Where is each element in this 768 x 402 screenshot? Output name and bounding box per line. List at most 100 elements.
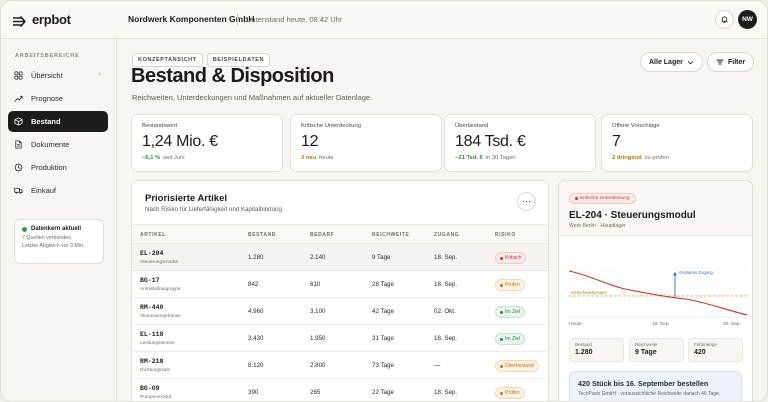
cell-bestand: 1.280 — [248, 254, 264, 261]
article-name: Pumpenmodul — [140, 395, 171, 400]
article-id: EL-204 — [140, 250, 164, 257]
cell-zugang: — — [434, 362, 441, 369]
table-row[interactable]: BG-17 Antriebsbaugruppe 842 610 28 Tage … — [132, 271, 548, 298]
kpi-label: Kritische Unterdeckung — [301, 123, 361, 129]
chevron-left-icon[interactable]: ‹ — [99, 71, 101, 78]
cell-reichweite: 73 Tage — [372, 362, 394, 369]
cell-zugang: 18. Sep. — [434, 335, 458, 342]
sidebar-item-label: Dokumente — [31, 140, 70, 149]
cell-reichweite: 28 Tage — [372, 281, 394, 288]
status-badge: Kritische Unterdeckung — [569, 193, 636, 204]
data-status-title: Datenkern aktuell — [31, 226, 82, 232]
company-name[interactable]: Nordwerk Komponenten GmbH — [128, 14, 255, 24]
order-recommendation[interactable]: 420 Stück bis 16. September bestellen Te… — [569, 371, 742, 401]
table-row[interactable]: RM-218 Dichtungssatz 8.120 2.800 73 Tage… — [132, 352, 548, 379]
article-id: BG-17 — [140, 277, 160, 284]
kpi-delta: 3 neu — [301, 155, 317, 161]
detail-title: EL-204 · Steuerungsmodul — [569, 210, 696, 221]
status-badge: Prüfen — [495, 387, 525, 399]
sidebar-item-label: Produktion — [31, 163, 67, 172]
status-dot-icon — [22, 226, 27, 232]
divider — [237, 13, 238, 26]
kpi-note: heute — [319, 155, 334, 161]
arrow-head-icon — [672, 272, 678, 276]
cell-zugang: 02. Okt. — [434, 308, 456, 315]
article-name: Antriebsbaugruppe — [140, 287, 181, 292]
column-header[interactable]: REICHWEITE — [372, 232, 409, 238]
sidebar-item-produktion[interactable]: Produktion — [8, 157, 108, 178]
box-icon — [14, 117, 23, 126]
page-subtitle: Reichweiten, Unterdeckungen und Maßnahme… — [132, 93, 373, 102]
status-badge: Im Ziel — [495, 306, 525, 318]
table-row[interactable]: EL-204 Steuerungsmodul 1.280 2.140 9 Tag… — [132, 244, 548, 271]
warehouse-select[interactable]: Alle Lager — [640, 52, 703, 72]
table-row[interactable]: EL-118 Leistungssensor 2.430 1.950 31 Ta… — [132, 325, 548, 352]
article-id: RM-218 — [140, 358, 164, 365]
kpi-card-critical[interactable]: Kritische Unterdeckung 12 3 neu heute — [290, 114, 442, 172]
status-badge: Kritisch — [495, 252, 527, 264]
kpi-delta: −21 Tsd. € — [455, 155, 483, 161]
logo[interactable]: erpbot — [12, 12, 71, 27]
status-badge: Prüfen — [495, 279, 525, 291]
sidebar-section-label: ARBEITSBEREICHE — [15, 53, 80, 59]
data-status-card: Datenkern aktuell 7 Quellen verbunden Le… — [14, 219, 104, 264]
sidebar-item-label: Prognose — [31, 94, 64, 103]
article-id: RM-440 — [140, 304, 164, 311]
cell-zugang: 18. Sep. — [434, 254, 458, 261]
logo-icon — [12, 14, 27, 27]
table-row[interactable]: RM-440 Aluminiumgehäuse 4.960 3.100 42 T… — [132, 298, 548, 325]
cell-reichweite: 9 Tage — [372, 254, 391, 261]
notifications-button[interactable] — [715, 10, 734, 29]
warehouse-select-label: Alle Lager — [649, 58, 683, 66]
detail-subtitle: Werk Berlin · Hauptlager — [569, 223, 626, 229]
kpi-card-stock-value[interactable]: Bestandswert 1,24 Mio. € −6,1 % seit Juni — [131, 114, 283, 172]
sidebar-item-bestand[interactable]: Bestand — [8, 111, 108, 132]
kpi-delta: −6,1 % — [142, 155, 161, 161]
column-header[interactable]: RISIKO — [495, 232, 516, 238]
stat-label: Bestand — [575, 342, 592, 347]
cell-bestand: 4.960 — [248, 308, 264, 315]
cell-zugang: 18. Sep. — [434, 281, 458, 288]
sidebar-item-uebersicht[interactable]: Übersicht ‹ — [8, 65, 108, 86]
sidebar-item-label: Einkauf — [31, 186, 57, 195]
kpi-note: zu prüfen — [644, 155, 669, 161]
kpi-value: 12 — [301, 133, 319, 150]
truck-icon — [14, 187, 23, 194]
column-header[interactable]: ARTIKEL — [140, 232, 166, 238]
grid-icon — [14, 71, 23, 80]
top-bar: erpbot Nordwerk Komponenten GmbH Datenst… — [1, 1, 767, 39]
data-status-sync: Letzter Abgleich vor 3 Min. — [22, 243, 85, 249]
more-options-button[interactable]: ··· — [517, 192, 536, 211]
recommendation-subtitle: TechParts GmbH · voraussichtliche Reichw… — [578, 391, 721, 397]
stat-label: Reichweite — [635, 342, 658, 347]
kpi-card-overstock[interactable]: Überbestand 184 Tsd. € −21 Tsd. € in 30 T… — [444, 114, 596, 172]
stat-value: 9 Tage — [635, 349, 657, 356]
sidebar-item-dokumente[interactable]: Dokumente — [8, 134, 108, 155]
column-header[interactable]: ZUGANG — [434, 232, 459, 238]
cell-bestand: 2.430 — [248, 335, 264, 342]
clock-icon — [14, 163, 23, 172]
sidebar-item-prognose[interactable]: Prognose — [8, 88, 108, 109]
kpi-card-open-proposals[interactable]: Offene Vorschläge 7 2 dringend zu prüfen — [601, 114, 753, 172]
avatar[interactable]: NW — [738, 10, 757, 29]
priority-articles-card: Priorisierte Artikel Nach Risiko für Lie… — [131, 180, 549, 401]
kpi-note: seit Juni — [163, 155, 185, 161]
cell-reichweite: 42 Tage — [372, 308, 394, 315]
cell-bedarf: 2.800 — [310, 362, 326, 369]
chevron-down-icon — [687, 60, 693, 64]
column-header[interactable]: BEDARF — [310, 232, 334, 238]
table-row[interactable]: BG-09 Pumpenmodul 390 265 22 Tage 18. Se… — [132, 379, 548, 401]
kpi-delta: 2 dringend — [612, 155, 642, 161]
data-status-sources: 7 Quellen verbunden — [22, 235, 72, 241]
column-header[interactable]: BESTAND — [248, 232, 276, 238]
logo-text: erpbot — [32, 12, 71, 27]
filter-button[interactable]: Filter — [707, 52, 755, 72]
status-badge: Überbestand — [495, 360, 539, 372]
x-tick-label: 16. Sep. — [652, 321, 670, 327]
article-name: Leistungssensor — [140, 341, 175, 346]
kpi-value: 1,24 Mio. € — [142, 133, 218, 150]
sidebar-item-label: Bestand — [31, 117, 61, 126]
sidebar-item-einkauf[interactable]: Einkauf — [8, 180, 108, 201]
cell-bedarf: 1.950 — [310, 335, 326, 342]
kpi-note: in 30 Tagen — [485, 155, 516, 161]
